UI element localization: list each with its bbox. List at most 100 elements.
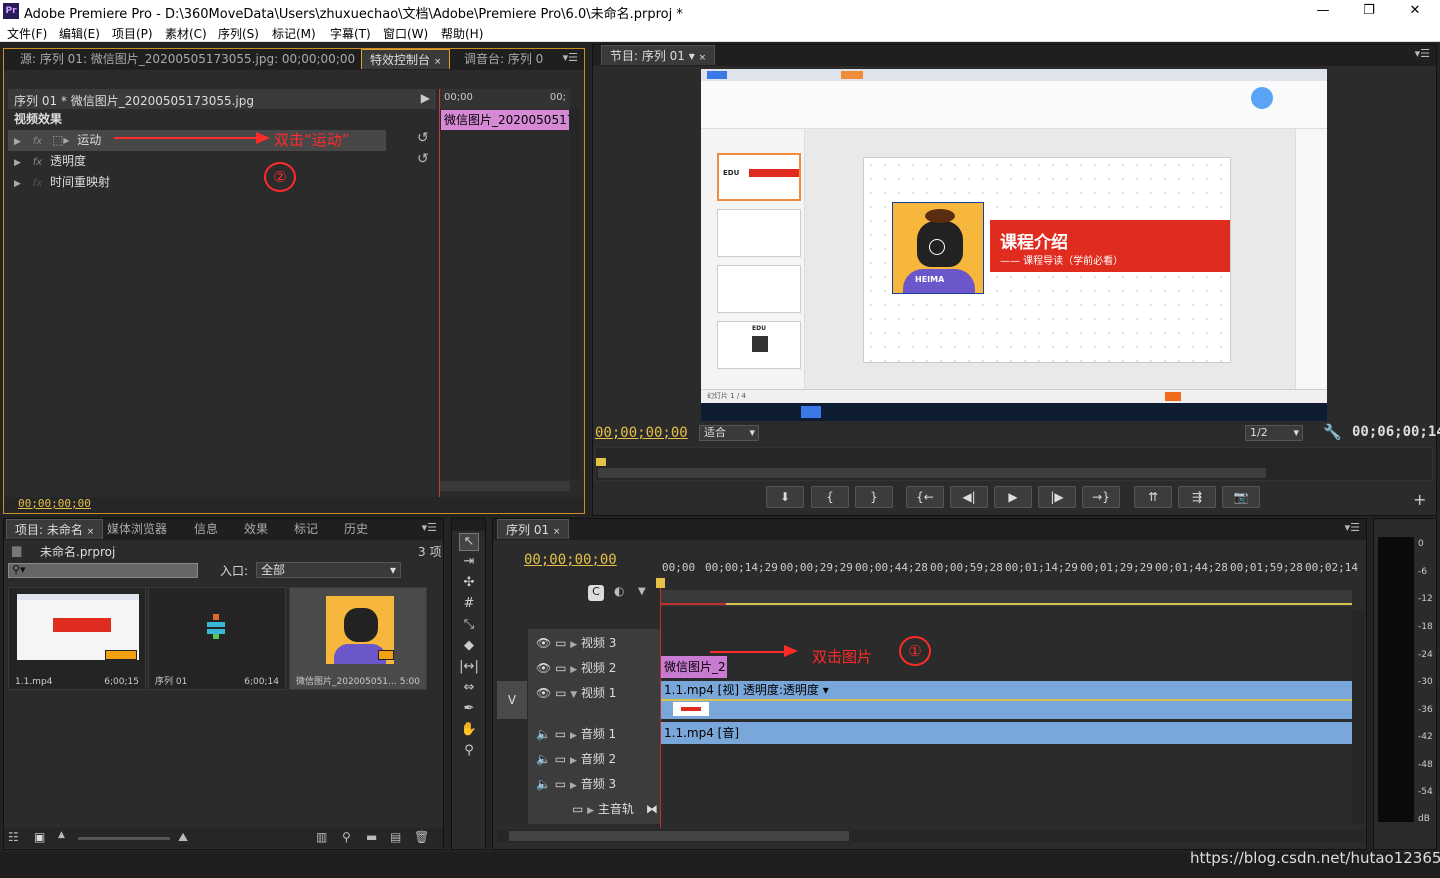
menu-window[interactable]: 窗口(W)	[383, 25, 428, 42]
program-timecode-current[interactable]: 00;00;00;00	[595, 425, 688, 441]
ripple-edit-tool-icon[interactable]: ✣	[459, 575, 479, 593]
find-icon[interactable]: ⚲	[342, 830, 351, 844]
pen-tool-icon[interactable]: ✒	[459, 701, 479, 719]
playhead-icon[interactable]	[656, 578, 665, 588]
mini-timeline-ruler[interactable]: 00;00 00;	[440, 89, 570, 109]
list-view-icon[interactable]: ☷	[8, 830, 19, 844]
video-target-toggle[interactable]: V	[497, 681, 527, 719]
mini-clip-bar[interactable]: 微信图片_20200505173	[441, 110, 569, 130]
add-marker-button[interactable]: ⬇	[766, 486, 804, 508]
play-button[interactable]: ▶	[994, 486, 1032, 508]
extract-button[interactable]: ⇶	[1178, 486, 1216, 508]
clip-audio-a1[interactable]: 1.1.mp4 [音]	[661, 722, 1352, 744]
track-select-tool-icon[interactable]: ⇥	[459, 554, 479, 572]
work-area-bar[interactable]	[660, 590, 1352, 606]
motion-transform-icon[interactable]: ⬚▸	[52, 133, 69, 147]
panel-menu-icon[interactable]: ▾☰	[422, 521, 437, 534]
go-to-out-button[interactable]: →}	[1082, 486, 1120, 508]
export-frame-button[interactable]: 📷	[1222, 486, 1260, 508]
eye-icon[interactable]: 👁	[536, 661, 551, 675]
eye-icon[interactable]: 👁	[536, 636, 551, 650]
tab-markers[interactable]: 标记	[286, 519, 326, 539]
menu-title[interactable]: 字幕(T)	[330, 25, 371, 42]
rolling-edit-tool-icon[interactable]: #	[459, 596, 479, 614]
effect-row-opacity[interactable]: ▶ fx 透明度	[8, 151, 86, 172]
maximize-button[interactable]: ❐	[1346, 0, 1392, 22]
reset-icon[interactable]: ↺	[417, 130, 429, 146]
reset-icon[interactable]: ↺	[417, 151, 429, 167]
wrench-icon[interactable]: 🔧	[1323, 423, 1342, 441]
project-item-sequence[interactable]: 序列 01 6;00;14	[148, 587, 286, 690]
fit-dropdown[interactable]: 适合 ▾	[699, 425, 759, 441]
speaker-icon[interactable]: 🔈	[536, 752, 551, 766]
add-button-icon[interactable]: +	[1413, 490, 1426, 509]
project-search-input[interactable]: ⚲▾	[8, 563, 198, 578]
tab-effects[interactable]: 效果	[236, 519, 276, 539]
slide-tool-icon[interactable]: ⇔	[459, 680, 479, 698]
close-button[interactable]: ✕	[1392, 0, 1438, 22]
tab-info[interactable]: 信息	[186, 519, 226, 539]
program-video-frame[interactable]: EDU EDU HEIMA 课程介绍 —— 课程导读（学前必看） 幻灯片 1 /…	[701, 69, 1327, 421]
tab-effect-controls[interactable]: 特效控制台 ×	[361, 49, 451, 69]
resolution-dropdown[interactable]: 1/2 ▾	[1245, 425, 1303, 441]
step-forward-button[interactable]: |▶	[1038, 486, 1076, 508]
menu-project[interactable]: 项目(P)	[112, 25, 153, 42]
go-to-in-button[interactable]: {←	[906, 486, 944, 508]
minimize-button[interactable]: —	[1300, 0, 1346, 22]
lock-icon[interactable]: ▭	[555, 777, 566, 791]
menu-file[interactable]: 文件(F)	[7, 25, 47, 42]
icon-view-icon[interactable]: ▣	[34, 830, 45, 844]
timeline-ruler[interactable]: 00;00 00;00;14;29 00;00;29;29 00;00;44;2…	[660, 561, 1358, 581]
marker-icon[interactable]: ▼	[638, 586, 646, 597]
lock-icon[interactable]: ▭	[555, 686, 566, 700]
entry-dropdown[interactable]: 全部 ▾	[256, 562, 401, 578]
tab-audio-mixer[interactable]: 调音台: 序列 0	[456, 49, 548, 69]
snap-icon[interactable]: C	[588, 585, 604, 601]
panel-menu-icon[interactable]: ▾☰	[563, 51, 578, 64]
menu-edit[interactable]: 编辑(E)	[59, 25, 100, 42]
effect-row-time-remap[interactable]: ▶ fx 时间重映射	[8, 172, 110, 193]
zoom-tool-icon[interactable]: ⚲	[459, 743, 479, 761]
vertical-scrollbar[interactable]	[570, 109, 580, 479]
menu-clip[interactable]: 素材(C)	[165, 25, 207, 42]
tab-media-browser[interactable]: 媒体浏览器	[99, 519, 175, 539]
footer-timecode[interactable]: 00;00;00;00	[18, 497, 91, 510]
menu-sequence[interactable]: 序列(S)	[218, 25, 259, 42]
tab-project[interactable]: 项目: 未命名 ×	[6, 519, 104, 539]
menu-marker[interactable]: 标记(M)	[272, 25, 316, 42]
mark-out-button[interactable]: }	[855, 486, 893, 508]
lock-icon[interactable]: ▭	[555, 636, 566, 650]
panel-menu-icon[interactable]: ▾☰	[1345, 521, 1360, 534]
eye-icon[interactable]: 👁	[536, 686, 551, 700]
new-bin-icon[interactable]: ▬	[366, 830, 377, 844]
selection-tool-icon[interactable]: ↖	[459, 533, 479, 551]
tab-source[interactable]: 源: 序列 01: 微信图片_20200505173055.jpg: 00;00…	[12, 49, 363, 69]
lock-icon[interactable]: ▭	[572, 802, 583, 816]
zoom-out-icon[interactable]: ▲	[58, 830, 65, 840]
project-item-video[interactable]: 1.1.mp4 6;00;15	[8, 587, 146, 690]
lift-button[interactable]: ⇈	[1134, 486, 1172, 508]
razor-tool-icon[interactable]: ◆	[459, 638, 479, 656]
tab-history[interactable]: 历史	[336, 519, 376, 539]
timeline-vertical-scrollbar[interactable]	[1352, 610, 1364, 824]
speaker-icon[interactable]: 🔈	[536, 727, 551, 741]
lock-icon[interactable]: ▭	[555, 727, 566, 741]
menu-help[interactable]: 帮助(H)	[441, 25, 483, 42]
project-item-image[interactable]: 微信图片_202005051... 5:00	[289, 587, 427, 690]
rate-stretch-tool-icon[interactable]: ⤡	[459, 617, 479, 635]
clip-video-v1[interactable]: 1.1.mp4 [视] 透明度:透明度 ▾	[661, 681, 1352, 719]
clip-image-v2[interactable]: 微信图片_2	[661, 656, 727, 678]
speaker-icon[interactable]: 🔈	[536, 777, 551, 791]
step-back-button[interactable]: ◀|	[950, 486, 988, 508]
lock-icon[interactable]: ▭	[555, 661, 566, 675]
tab-sequence[interactable]: 序列 01 ×	[497, 519, 570, 539]
panel-menu-icon[interactable]: ▾☰	[1415, 47, 1430, 60]
set-encore-marker-icon[interactable]: ◐	[614, 584, 624, 598]
mini-scrollbar[interactable]	[440, 481, 570, 491]
automate-icon[interactable]: ▥	[316, 830, 327, 844]
timeline-horizontal-scrollbar[interactable]	[497, 830, 1365, 842]
lock-icon[interactable]: ▭	[555, 752, 566, 766]
slip-tool-icon[interactable]: |↔|	[459, 659, 479, 677]
mark-in-button[interactable]: {	[811, 486, 849, 508]
tab-program[interactable]: 节目: 序列 01 ▾ ×	[601, 45, 716, 65]
